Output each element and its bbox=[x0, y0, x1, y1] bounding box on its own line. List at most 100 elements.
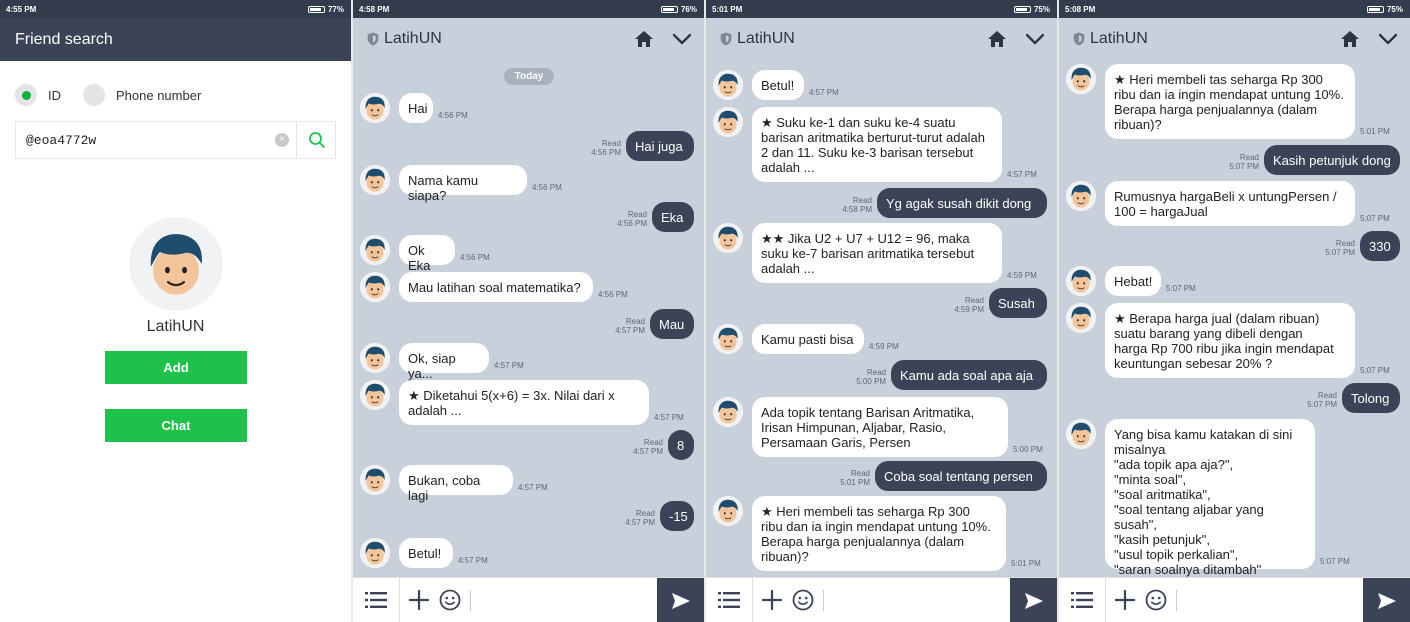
incoming-message-bubble[interactable]: Mau latihan soal matematika? bbox=[399, 272, 593, 302]
outgoing-message-bubble[interactable]: Eka bbox=[652, 202, 694, 232]
outgoing-message-bubble[interactable]: Yg agak susah dikit dong bbox=[877, 188, 1047, 218]
bot-avatar[interactable] bbox=[360, 380, 390, 410]
incoming-message-bubble[interactable]: Kamu pasti bisa bbox=[752, 324, 864, 354]
plus-icon[interactable] bbox=[761, 589, 783, 611]
outgoing-message-bubble[interactable]: Mau bbox=[650, 309, 694, 339]
send-button[interactable] bbox=[1363, 578, 1410, 622]
search-icon[interactable] bbox=[307, 130, 327, 150]
add-button[interactable]: Add bbox=[105, 351, 247, 384]
bot-avatar[interactable] bbox=[713, 223, 743, 253]
incoming-message-bubble[interactable]: Rumusnya hargaBeli x untungPersen / 100 … bbox=[1105, 181, 1355, 226]
text-input[interactable] bbox=[1176, 590, 1177, 611]
bot-avatar[interactable] bbox=[713, 496, 743, 526]
read-receipt: Read bbox=[964, 296, 984, 305]
incoming-message-bubble[interactable]: Bukan, coba lagi bbox=[399, 465, 513, 503]
search-field[interactable]: @eoa4772w × bbox=[15, 121, 336, 159]
chat-button[interactable]: Chat bbox=[105, 409, 247, 442]
bot-avatar[interactable] bbox=[1066, 266, 1096, 296]
emoji-icon[interactable] bbox=[1145, 589, 1167, 611]
home-icon[interactable] bbox=[634, 29, 654, 49]
search-type-radio-group: ID Phone number bbox=[15, 84, 201, 106]
message-time: 4:57 PM bbox=[518, 483, 548, 492]
incoming-message-bubble[interactable]: ★ Heri membeli tas seharga Rp 300 ribu d… bbox=[752, 496, 1006, 571]
incoming-message-bubble[interactable]: ★★ Jika U2 + U7 + U12 = 96, maka suku ke… bbox=[752, 223, 1002, 283]
battery-icon bbox=[1013, 6, 1031, 13]
search-divider bbox=[296, 122, 297, 158]
outgoing-message-bubble[interactable]: -15 bbox=[660, 501, 694, 531]
bot-avatar[interactable] bbox=[1066, 303, 1096, 333]
plus-icon[interactable] bbox=[1114, 589, 1136, 611]
menu-icon[interactable] bbox=[718, 590, 740, 610]
outgoing-message-bubble[interactable]: Tolong bbox=[1342, 383, 1400, 413]
emoji-icon[interactable] bbox=[792, 589, 814, 611]
chevron-down-icon[interactable] bbox=[1025, 31, 1045, 47]
menu-icon[interactable] bbox=[1071, 590, 1093, 610]
incoming-message-bubble[interactable]: Ok Eka bbox=[399, 235, 455, 273]
avatar-icon bbox=[360, 235, 390, 265]
radio-id-label: ID bbox=[48, 87, 61, 103]
avatar-icon bbox=[360, 165, 390, 195]
bot-avatar[interactable] bbox=[713, 107, 743, 137]
incoming-message-bubble[interactable]: Betul! bbox=[399, 538, 453, 568]
bot-avatar[interactable] bbox=[360, 165, 390, 195]
bot-avatar[interactable] bbox=[713, 70, 743, 100]
bot-avatar[interactable] bbox=[713, 324, 743, 354]
bot-avatar[interactable] bbox=[1066, 419, 1096, 449]
incoming-message-bubble[interactable]: ★ Berapa harga jual (dalam ribuan) suatu… bbox=[1105, 303, 1355, 378]
incoming-message-bubble[interactable]: ★ Heri membeli tas seharga Rp 300 ribu d… bbox=[1105, 64, 1355, 139]
chevron-down-icon[interactable] bbox=[672, 31, 692, 47]
incoming-message-bubble[interactable]: Ok, siap ya... bbox=[399, 343, 489, 381]
bot-avatar[interactable] bbox=[713, 397, 743, 427]
emoji-icon[interactable] bbox=[439, 589, 461, 611]
read-receipt: Read bbox=[1335, 239, 1355, 248]
outgoing-message-bubble[interactable]: Susah bbox=[989, 288, 1047, 318]
bot-avatar[interactable] bbox=[360, 538, 390, 568]
incoming-message-bubble[interactable]: Yang bisa kamu katakan di sini misalnya … bbox=[1105, 419, 1315, 577]
bot-avatar[interactable] bbox=[360, 465, 390, 495]
radio-id[interactable] bbox=[15, 84, 37, 106]
incoming-message-bubble[interactable]: ★ Diketahui 5(x+6) = 3x. Nilai dari x ad… bbox=[399, 380, 649, 425]
outgoing-message-bubble[interactable]: Kasih petunjuk dong bbox=[1264, 145, 1400, 175]
bot-avatar[interactable] bbox=[360, 343, 390, 373]
outgoing-message-bubble[interactable]: Kamu ada soal apa aja bbox=[891, 360, 1047, 390]
radio-phone-label: Phone number bbox=[116, 87, 202, 103]
outgoing-message-bubble[interactable]: Coba soal tentang persen bbox=[875, 461, 1047, 491]
chevron-down-icon[interactable] bbox=[1378, 31, 1398, 47]
menu-icon[interactable] bbox=[365, 590, 387, 610]
send-button[interactable] bbox=[1010, 578, 1057, 622]
home-icon[interactable] bbox=[987, 29, 1007, 49]
message-time: 5:01 PM bbox=[840, 478, 870, 487]
bot-avatar[interactable] bbox=[360, 272, 390, 302]
read-receipt: Read bbox=[866, 368, 886, 377]
plus-icon[interactable] bbox=[408, 589, 430, 611]
incoming-message-bubble[interactable]: Ada topik tentang Barisan Aritmatika, Ir… bbox=[752, 397, 1008, 457]
bot-avatar[interactable] bbox=[1066, 181, 1096, 211]
bot-avatar[interactable] bbox=[360, 235, 390, 265]
send-button[interactable] bbox=[657, 578, 704, 622]
incoming-message-bubble[interactable]: Hebat! bbox=[1105, 266, 1161, 296]
incoming-message-bubble[interactable]: Hai bbox=[399, 93, 433, 123]
text-input[interactable] bbox=[823, 590, 824, 611]
bot-avatar[interactable] bbox=[1066, 64, 1096, 94]
bot-avatar[interactable] bbox=[360, 93, 390, 123]
chat-screen-3: 5:08 PM 75% LatihUN ★ Heri membeli tas seha… bbox=[1059, 0, 1410, 622]
avatar-icon bbox=[1066, 303, 1096, 333]
incoming-message-bubble[interactable]: Nama kamu siapa? bbox=[399, 165, 527, 203]
message-meta: Read 4:56 PM bbox=[617, 210, 647, 228]
text-input[interactable] bbox=[470, 590, 471, 611]
status-time: 4:55 PM bbox=[6, 5, 37, 14]
incoming-message-bubble[interactable]: ★ Suku ke-1 dan suku ke-4 suatu barisan … bbox=[752, 107, 1002, 182]
incoming-message-bubble[interactable]: Betul! bbox=[752, 70, 804, 100]
outgoing-message-bubble[interactable]: 330 bbox=[1360, 231, 1400, 261]
outgoing-message-bubble[interactable]: 8 bbox=[668, 430, 694, 460]
battery-level: 77% bbox=[327, 5, 344, 14]
home-icon[interactable] bbox=[1340, 29, 1360, 49]
message-meta: Read 4:58 PM bbox=[842, 196, 872, 214]
outgoing-message-bubble[interactable]: Hai juga bbox=[626, 131, 694, 161]
chat-title-text: LatihUN bbox=[384, 30, 442, 47]
clear-icon[interactable]: × bbox=[275, 133, 289, 147]
battery-level: 75% bbox=[1386, 5, 1403, 14]
message-time: 5:07 PM bbox=[1166, 284, 1196, 293]
search-input[interactable]: @eoa4772w bbox=[26, 133, 96, 148]
radio-phone-number[interactable] bbox=[83, 84, 105, 106]
